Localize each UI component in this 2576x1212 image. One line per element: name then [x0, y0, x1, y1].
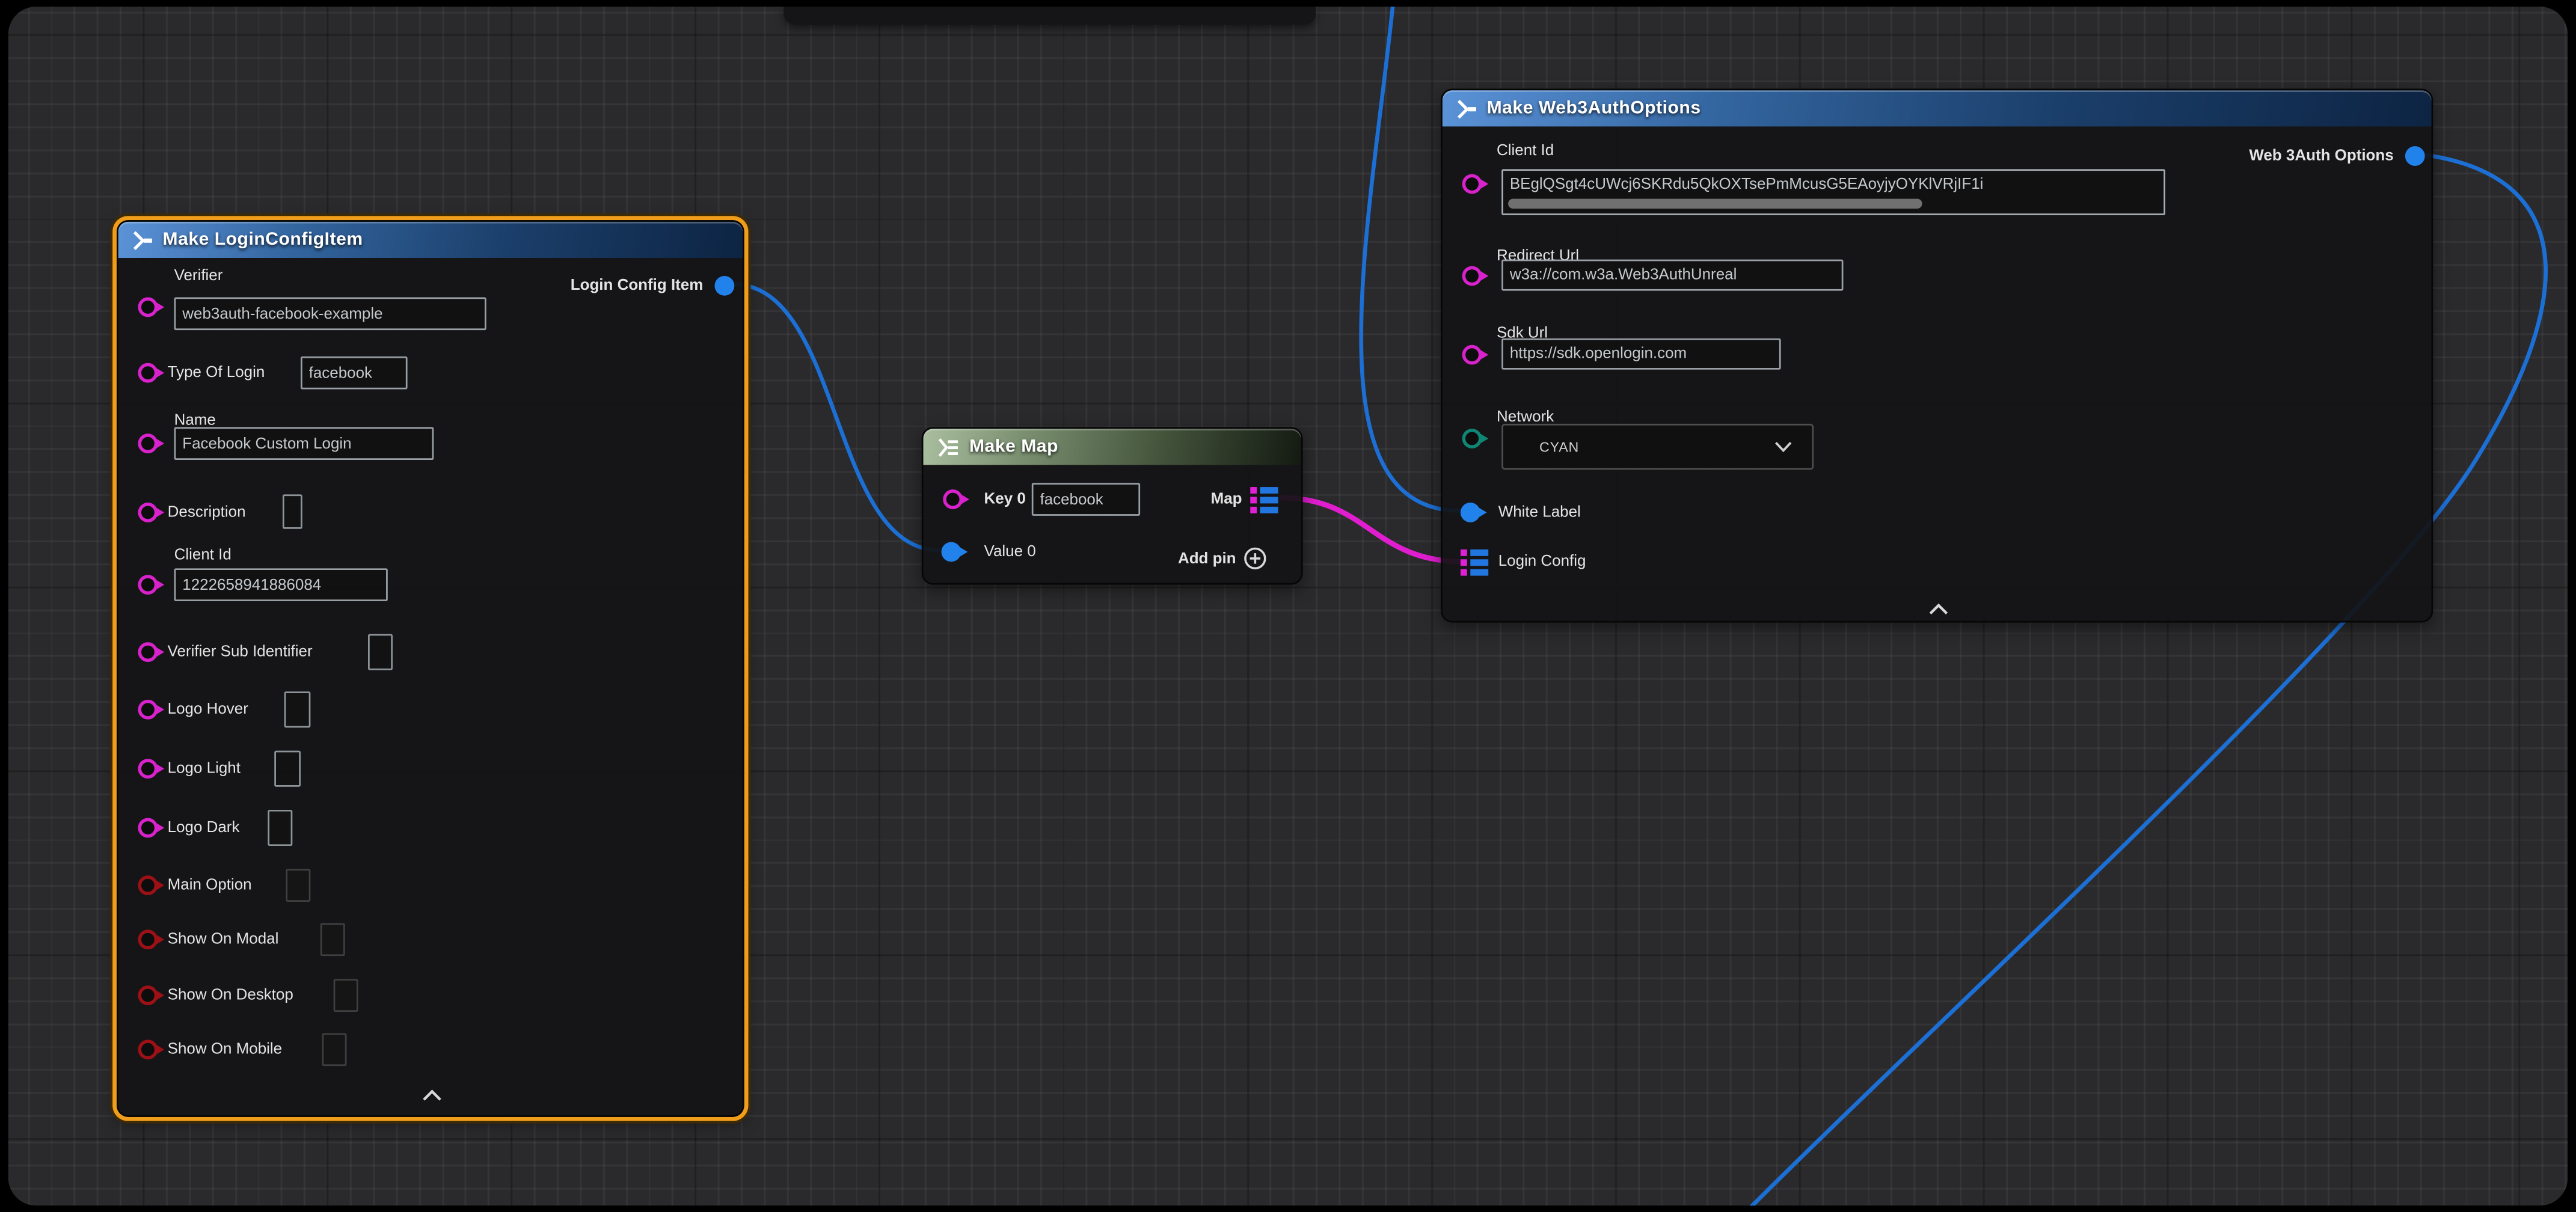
key-0-input[interactable]	[1032, 483, 1140, 516]
node-title: Make LoginConfigItem	[162, 230, 363, 249]
map-pin-icon	[1250, 486, 1278, 514]
sdk-url-input[interactable]	[1501, 338, 1780, 370]
logo-hover-input[interactable]	[284, 691, 311, 727]
network-dropdown[interactable]: CYAN	[1501, 424, 1814, 470]
pin-label-map-out: Map	[1211, 491, 1242, 509]
pin-verifier-sub-identifier[interactable]	[138, 642, 158, 662]
collapse-node-button[interactable]	[1928, 595, 1949, 624]
network-selected-value: CYAN	[1539, 438, 1579, 454]
pin-label-description: Description	[168, 503, 246, 521]
blueprint-graph-canvas[interactable]: Make LoginConfigItem Login Config Item V…	[8, 7, 2568, 1205]
client-id-input[interactable]: BEglQSgt4cUWcj6SKRdu5QkOXTsePmMcusG5EAoy…	[1501, 169, 2165, 215]
pin-label-value-0: Value 0	[984, 543, 1036, 561]
node-header-make-map[interactable]: Make Map	[923, 429, 1301, 465]
add-pin-button[interactable]: Add pin	[1178, 547, 1268, 570]
node-header-make-loginconfigitem[interactable]: Make LoginConfigItem	[118, 222, 743, 258]
verifier-sub-identifier-input[interactable]	[368, 634, 393, 670]
add-pin-label: Add pin	[1178, 549, 1236, 568]
pin-label-verifier: Verifier	[174, 267, 223, 285]
pin-label-logo-hover: Logo Hover	[168, 700, 248, 718]
pin-label-verifier-sub-identifier: Verifier Sub Identifier	[168, 643, 313, 661]
pin-white-label[interactable]	[1461, 503, 1480, 522]
chevron-down-icon	[1774, 441, 1792, 453]
offscreen-node-bottom-edge[interactable]	[784, 7, 1316, 25]
node-title: Make Map	[969, 437, 1058, 457]
pin-show-on-mobile[interactable]	[138, 1039, 158, 1059]
pin-label-white-label: White Label	[1498, 503, 1581, 521]
show-on-modal-checkbox[interactable]	[320, 923, 345, 956]
node-make-map[interactable]: Make Map Key 0 Map Value 0 Add pin	[922, 427, 1303, 584]
pin-web3auth-options-out[interactable]	[2405, 146, 2425, 166]
node-title: Make Web3AuthOptions	[1487, 99, 1701, 118]
chevron-up-icon	[422, 1089, 443, 1102]
pin-map-out[interactable]	[1250, 486, 1278, 522]
pin-network[interactable]	[1462, 429, 1482, 448]
make-struct-icon	[1456, 98, 1477, 120]
output-pin-label: Login Config Item	[571, 277, 704, 295]
main-option-checkbox[interactable]	[286, 869, 310, 902]
name-input[interactable]	[174, 427, 434, 460]
type-of-login-input[interactable]	[301, 357, 408, 390]
pin-label-key-0: Key 0	[984, 491, 1026, 509]
pin-sdk-url[interactable]	[1462, 345, 1482, 365]
node-make-web3authoptions[interactable]: Make Web3AuthOptions Web 3Auth Options C…	[1441, 89, 2433, 623]
pin-client-id[interactable]	[1462, 174, 1482, 194]
pin-value-0[interactable]	[942, 542, 961, 562]
pin-label-show-on-desktop: Show On Desktop	[168, 987, 293, 1005]
pin-logo-light[interactable]	[138, 759, 158, 779]
window-frame: Make LoginConfigItem Login Config Item V…	[0, 0, 2576, 1212]
pin-type-of-login[interactable]	[138, 363, 158, 383]
pin-logo-hover[interactable]	[138, 700, 158, 720]
pin-name[interactable]	[138, 433, 158, 453]
show-on-mobile-checkbox[interactable]	[322, 1033, 346, 1067]
client-id-text: BEglQSgt4cUWcj6SKRdu5QkOXTsePmMcusG5EAoy…	[1510, 176, 2160, 194]
pin-show-on-modal[interactable]	[138, 929, 158, 949]
make-map-icon	[936, 436, 959, 458]
pin-login-config[interactable]	[1461, 549, 1488, 585]
pin-label-type-of-login: Type Of Login	[168, 364, 265, 382]
description-input[interactable]	[283, 494, 302, 528]
pin-label-login-config: Login Config	[1498, 552, 1586, 571]
node-header-make-web3authoptions[interactable]: Make Web3AuthOptions	[1443, 90, 2432, 126]
node-make-loginconfigitem[interactable]: Make LoginConfigItem Login Config Item V…	[117, 220, 744, 1117]
wire-loginconfigitem-to-value0[interactable]	[733, 284, 940, 551]
logo-light-input[interactable]	[274, 751, 301, 787]
blueprint-editor: Make LoginConfigItem Login Config Item V…	[0, 0, 2576, 1212]
pin-redirect-url[interactable]	[1462, 266, 1482, 286]
pin-client-id[interactable]	[138, 575, 158, 595]
pin-label-client-id: Client Id	[174, 546, 232, 564]
pin-description[interactable]	[138, 503, 158, 522]
collapse-node-button[interactable]	[422, 1081, 443, 1110]
verifier-input[interactable]	[174, 298, 486, 331]
pin-label-show-on-modal: Show On Modal	[168, 931, 279, 949]
pin-label-logo-light: Logo Light	[168, 760, 241, 778]
pin-login-config-item-out[interactable]	[714, 276, 734, 296]
pin-verifier[interactable]	[138, 298, 158, 317]
pin-main-option[interactable]	[138, 875, 158, 895]
map-pin-icon	[1461, 549, 1488, 577]
pin-show-on-desktop[interactable]	[138, 985, 158, 1005]
client-id-scrollbar[interactable]	[1508, 199, 1922, 209]
redirect-url-input[interactable]	[1501, 260, 1843, 291]
output-pin-label: Web 3Auth Options	[2249, 147, 2393, 165]
add-pin-icon	[1244, 547, 1267, 570]
chevron-up-icon	[1928, 603, 1949, 616]
pin-label-show-on-mobile: Show On Mobile	[168, 1041, 282, 1059]
logo-dark-input[interactable]	[268, 810, 292, 846]
pin-label-main-option: Main Option	[168, 877, 252, 895]
pin-label-client-id: Client Id	[1497, 142, 1554, 160]
pin-key-0[interactable]	[943, 489, 963, 509]
show-on-desktop-checkbox[interactable]	[334, 979, 358, 1012]
client-id-input[interactable]	[174, 568, 388, 601]
pin-label-logo-dark: Logo Dark	[168, 819, 240, 837]
make-struct-icon	[132, 229, 153, 251]
pin-logo-dark[interactable]	[138, 818, 158, 838]
